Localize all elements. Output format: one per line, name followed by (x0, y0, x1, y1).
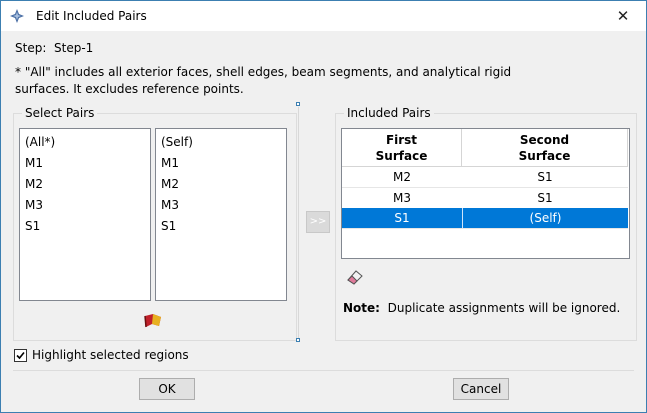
select-pairs-title: Select Pairs (22, 106, 98, 120)
highlight-flag-icon[interactable] (143, 312, 163, 330)
splitter-handle-bottom[interactable] (296, 338, 300, 342)
all-info-note: * "All" includes all exterior faces, she… (15, 65, 512, 96)
note-label: Note: (343, 301, 380, 315)
duplicate-note: Note: Duplicate assignments will be igno… (343, 301, 620, 315)
window-title: Edit Included Pairs (36, 9, 147, 23)
abaqus-icon (10, 9, 24, 23)
column-header-first-surface[interactable]: First Surface (342, 129, 462, 167)
table-cell-second: S1 (537, 170, 553, 184)
splitter-handle-top[interactable] (296, 102, 300, 106)
list-item[interactable]: S1 (20, 216, 150, 237)
dialog-window: Edit Included Pairs ✕ Step: Step-1 * "Al… (0, 0, 647, 413)
table-row[interactable]: M3 S1 (342, 188, 628, 209)
column-header-second-surface[interactable]: Second Surface (462, 129, 628, 167)
cancel-button[interactable]: Cancel (453, 378, 509, 400)
included-pairs-table[interactable]: First Surface Second Surface M2 S1 M3 S1… (341, 128, 630, 259)
list-item[interactable]: M3 (20, 195, 150, 216)
step-value: Step-1 (54, 41, 94, 55)
second-surface-list[interactable]: (Self) M1 M2 M3 S1 (155, 128, 287, 301)
highlight-checkbox[interactable] (14, 349, 27, 362)
checkmark-icon (16, 351, 25, 360)
title-bar[interactable]: Edit Included Pairs ✕ (1, 1, 646, 31)
table-cell-first: M2 (393, 170, 411, 184)
highlight-label: Highlight selected regions (32, 348, 189, 362)
list-item[interactable]: (Self) (156, 132, 286, 153)
add-pair-button[interactable]: >> (306, 211, 330, 233)
first-surface-list[interactable]: (All*) M1 M2 M3 S1 (19, 128, 151, 301)
list-item[interactable]: M1 (20, 153, 150, 174)
list-item[interactable]: M3 (156, 195, 286, 216)
table-row[interactable]: M2 S1 (342, 167, 628, 188)
list-item[interactable]: S1 (156, 216, 286, 237)
close-icon: ✕ (616, 7, 630, 25)
close-button[interactable]: ✕ (600, 1, 646, 31)
list-item[interactable]: M1 (156, 153, 286, 174)
divider (13, 370, 634, 371)
list-item[interactable]: M2 (156, 174, 286, 195)
ok-button[interactable]: OK (139, 378, 195, 400)
eraser-icon[interactable] (345, 268, 365, 286)
table-cell-second: S1 (537, 191, 553, 205)
table-cell-first: M3 (393, 191, 411, 205)
table-cell-first: S1 (394, 211, 410, 225)
table-row-selected[interactable]: S1 (Self) (342, 208, 628, 229)
splitter[interactable] (298, 107, 299, 339)
list-item[interactable]: M2 (20, 174, 150, 195)
note-text: Duplicate assignments will be ignored. (387, 301, 621, 315)
step-caption: Step: (15, 41, 47, 55)
table-cell-second: (Self) (462, 208, 628, 228)
included-pairs-title: Included Pairs (344, 106, 434, 120)
step-label: Step: Step-1 (15, 41, 93, 55)
list-item[interactable]: (All*) (20, 132, 150, 153)
